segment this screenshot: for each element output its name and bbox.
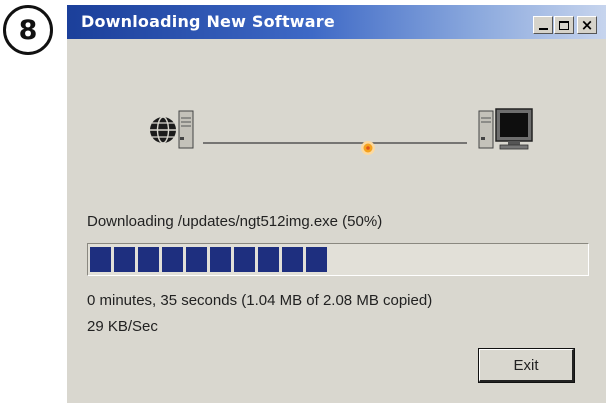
computer-icon [478,108,533,150]
download-progress-bar [87,243,589,276]
progress-fill [90,247,327,272]
transfer-rate-text: 29 KB/Sec [87,318,158,335]
globe-server-icon [150,110,194,149]
exit-button[interactable]: Exit [478,348,575,383]
exit-button-label: Exit [513,356,539,374]
step-number-badge: 8 [3,5,53,55]
time-remaining-text: 0 minutes, 35 seconds (1.04 MB of 2.08 M… [87,292,433,309]
data-packet-icon [361,141,375,155]
download-dialog: Downloading New Software × Downloading /… [66,5,606,403]
transfer-animation [150,108,533,155]
download-status-text: Downloading /updates/ngt512img.exe (50%) [87,213,383,230]
